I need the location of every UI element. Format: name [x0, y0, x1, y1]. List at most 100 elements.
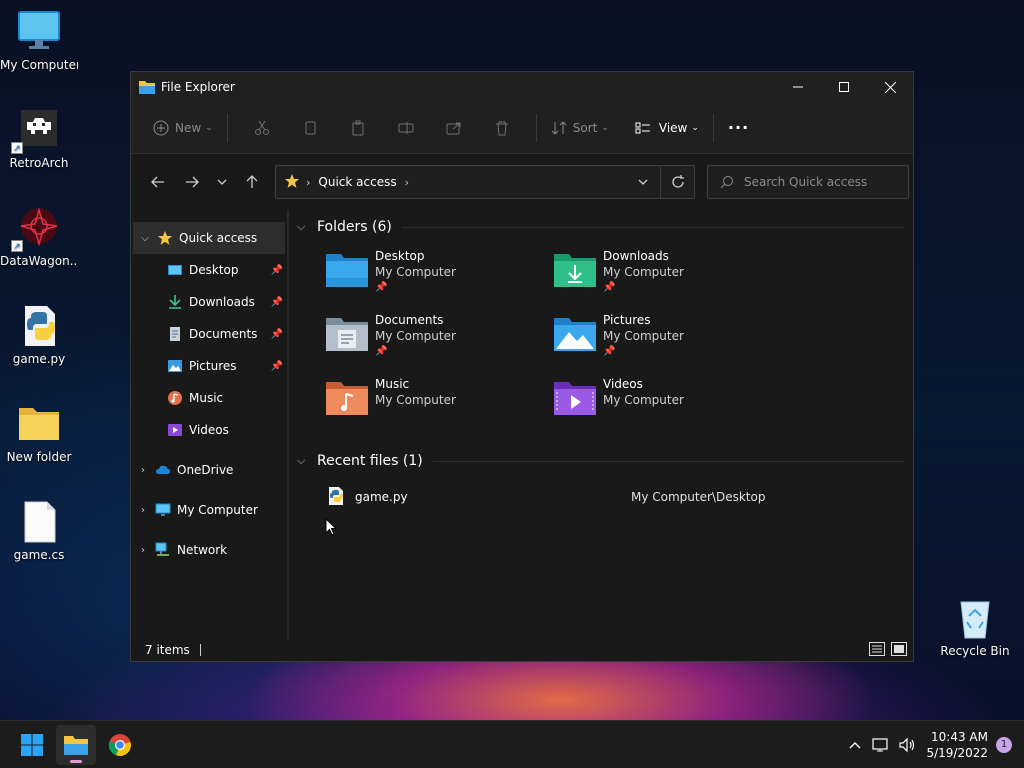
up-button[interactable] [235, 166, 269, 198]
desktop-icon-datawagon[interactable]: ↗ DataWagon... [0, 206, 78, 268]
pin-icon: 📌 [375, 282, 388, 293]
minimize-button[interactable] [775, 72, 821, 102]
nav-item-label: Downloads [189, 295, 255, 309]
share-button[interactable] [430, 112, 478, 144]
tiles-view-button[interactable] [891, 641, 907, 659]
view-button[interactable]: View ⌄ [631, 112, 703, 144]
nav-item-downloads[interactable]: Downloads 📌 [131, 286, 287, 318]
desktop-icon-label: game.py [12, 352, 66, 366]
nav-item-quick-access[interactable]: ⌵ Quick access [133, 222, 285, 254]
address-history-dropdown[interactable] [626, 179, 660, 185]
desktop-icon-new-folder[interactable]: New folder [0, 402, 78, 464]
shortcut-arrow-icon: ↗ [11, 142, 23, 154]
monitor-icon [155, 502, 171, 518]
folder-name: Desktop [375, 249, 425, 263]
share-icon [446, 122, 461, 134]
star-icon [157, 230, 173, 246]
breadcrumb-chevron-icon[interactable]: › [405, 176, 409, 189]
network-icon [155, 542, 171, 558]
folders-section-header[interactable]: ⌵ Folders (6) [297, 214, 913, 240]
folders-section-title: Folders (6) [317, 219, 392, 235]
copy-button[interactable] [286, 112, 334, 144]
start-button[interactable] [12, 725, 52, 765]
forward-button[interactable] [175, 166, 209, 198]
file-explorer-window: File Explorer New ⌄ Sort ⌄ View ⌄ ··· › … [130, 71, 914, 662]
recycle-bin-icon [953, 596, 997, 640]
folder-tile-videos[interactable]: Videos My Computer [553, 372, 781, 436]
back-button[interactable] [141, 166, 175, 198]
desktop-icon-label: My Computer [0, 58, 78, 72]
taskbar-file-explorer[interactable] [56, 724, 96, 765]
paste-button[interactable] [334, 112, 382, 144]
desktop-icon-retroarch[interactable]: ↗ RetroArch [0, 108, 78, 170]
nav-item-my-computer[interactable]: › My Computer [131, 494, 287, 526]
recent-locations-button[interactable] [209, 166, 235, 198]
rename-button[interactable] [382, 112, 430, 144]
chevron-right-icon[interactable]: › [131, 505, 155, 516]
system-tray: 10:43 AM 5/19/2022 1 [842, 721, 1024, 768]
folder-location: My Computer [375, 329, 456, 343]
address-bar[interactable]: › Quick access › [275, 165, 695, 199]
nav-item-videos[interactable]: Videos [131, 414, 287, 446]
pictures-folder-icon [553, 316, 597, 352]
notification-badge[interactable]: 1 [996, 736, 1012, 753]
desktop-icon-recycle-bin[interactable]: Recycle Bin [936, 596, 1014, 658]
breadcrumb-quick-access[interactable]: Quick access [318, 175, 396, 189]
nav-item-label: My Computer [177, 503, 258, 517]
nav-item-label: Network [177, 543, 228, 557]
network-status-button[interactable] [868, 737, 894, 753]
nav-item-onedrive[interactable]: › OneDrive [131, 454, 287, 486]
desktop-icon-my-computer[interactable]: My Computer [0, 10, 78, 72]
copy-icon [305, 121, 316, 134]
nav-item-label: Quick access [179, 231, 258, 245]
new-button[interactable]: New ⌄ [149, 112, 217, 144]
recent-files-section-header[interactable]: ⌵ Recent files (1) [297, 448, 913, 474]
view-button-label: View [658, 120, 688, 135]
search-box[interactable] [707, 165, 909, 199]
pin-icon: 📌 [270, 328, 283, 340]
clock[interactable]: 10:43 AM 5/19/2022 [926, 729, 988, 761]
chevron-down-icon: ⌄ [691, 122, 699, 133]
shortcut-arrow-icon: ↗ [11, 240, 23, 252]
pin-icon: 📌 [270, 360, 283, 372]
folder-tile-downloads[interactable]: Downloads My Computer 📌 [553, 244, 781, 308]
see-more-button[interactable]: ··· [724, 112, 753, 144]
folder-tile-pictures[interactable]: Pictures My Computer 📌 [553, 308, 781, 372]
chevron-right-icon[interactable]: › [131, 545, 155, 556]
folder-tile-desktop[interactable]: Desktop My Computer 📌 [325, 244, 553, 308]
documents-folder-icon [325, 316, 369, 352]
nav-item-pictures[interactable]: Pictures 📌 [131, 350, 287, 382]
refresh-button[interactable] [660, 166, 694, 198]
delete-button[interactable] [478, 112, 526, 144]
taskbar-chrome[interactable] [100, 725, 140, 765]
recent-file-row[interactable]: game.py My Computer\Desktop [297, 482, 913, 512]
nav-item-label: OneDrive [177, 463, 234, 477]
close-button[interactable] [867, 72, 913, 102]
nav-item-music[interactable]: Music [131, 382, 287, 414]
show-hidden-icons-button[interactable] [842, 741, 868, 749]
trash-icon [495, 121, 508, 135]
monitor-icon [17, 10, 61, 54]
volume-button[interactable] [894, 737, 920, 753]
chevron-right-icon[interactable]: › [131, 465, 155, 476]
cut-button[interactable] [238, 112, 286, 144]
desktop-icon-label: RetroArch [9, 156, 69, 170]
chevron-down-icon[interactable]: ⌵ [133, 233, 157, 244]
nav-item-network[interactable]: › Network [131, 534, 287, 566]
desktop-icon-game-py[interactable]: game.py [0, 304, 78, 366]
details-view-button[interactable] [869, 641, 885, 659]
chevron-down-icon[interactable]: ⌵ [297, 454, 317, 468]
folder-location: My Computer [375, 265, 456, 279]
folder-tile-documents[interactable]: Documents My Computer 📌 [325, 308, 553, 372]
nav-item-desktop[interactable]: Desktop 📌 [131, 254, 287, 286]
folder-tile-music[interactable]: Music My Computer [325, 372, 553, 436]
command-bar: New ⌄ Sort ⌄ View ⌄ ··· [131, 102, 913, 154]
title-bar[interactable]: File Explorer [131, 72, 913, 102]
videos-folder-icon [553, 380, 597, 416]
sort-button[interactable]: Sort ⌄ [547, 112, 613, 144]
nav-item-documents[interactable]: Documents 📌 [131, 318, 287, 350]
desktop-icon-game-cs[interactable]: game.cs [0, 500, 78, 562]
chevron-down-icon[interactable]: ⌵ [297, 220, 317, 234]
maximize-button[interactable] [821, 72, 867, 102]
search-input[interactable] [744, 175, 904, 189]
